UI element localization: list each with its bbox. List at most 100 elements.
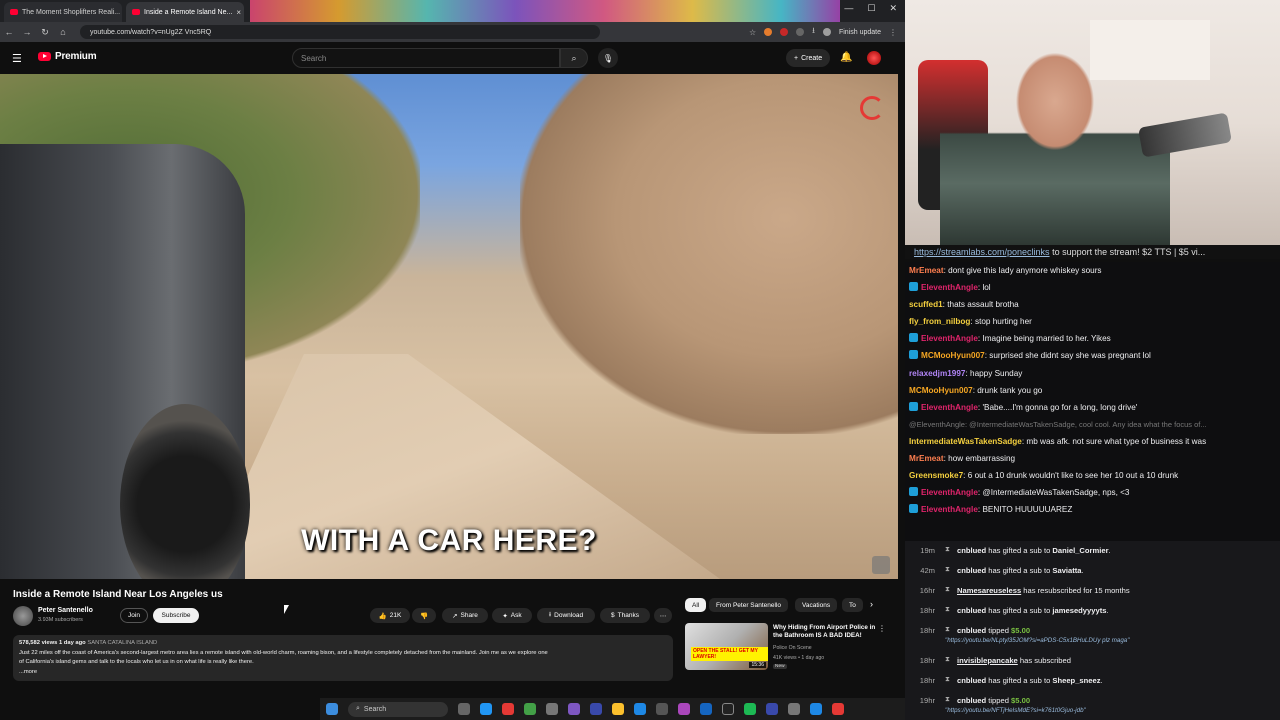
event-username[interactable]: invisiblepancake	[957, 656, 1018, 665]
video-description[interactable]: 578,582 views 1 day ago SANTA CATALINA I…	[13, 635, 673, 681]
app-icon[interactable]	[788, 703, 800, 715]
thanks-button[interactable]: $ Thanks	[600, 608, 650, 623]
like-button[interactable]: 👍 21K	[370, 608, 410, 623]
profile-icon[interactable]	[822, 28, 831, 36]
event-target-user[interactable]: Daniel_Cormier	[1052, 546, 1108, 555]
spotify-icon[interactable]	[744, 703, 756, 715]
event-username[interactable]: cnblued	[957, 676, 986, 685]
chevron-right-icon[interactable]: ›	[870, 599, 873, 609]
url-field[interactable]: youtube.com/watch?v=nUg2Z Vnc5RQ	[80, 25, 600, 39]
channel-name[interactable]: Peter Santenello	[38, 607, 93, 614]
star-icon[interactable]: ☆	[749, 28, 756, 37]
search-input[interactable]: Search	[292, 48, 560, 68]
tip-message[interactable]: "https://youtu.be/NFTjHeIsMdE?si=k761t0G…	[945, 707, 1086, 714]
download-icon[interactable]: ⭳	[812, 25, 815, 39]
account-avatar[interactable]	[867, 51, 881, 65]
app-icon[interactable]	[766, 703, 778, 715]
dislike-button[interactable]: 👎	[412, 608, 436, 623]
related-menu-icon[interactable]: ⋮	[878, 624, 886, 633]
chip-all[interactable]: All	[685, 598, 707, 612]
event-username[interactable]: cnblued	[957, 696, 986, 705]
more-actions-button[interactable]: ⋯	[654, 608, 672, 623]
close-window-icon[interactable]: ✕	[889, 3, 897, 14]
chat-username[interactable]: EleventhAngle	[921, 334, 978, 343]
forward-icon[interactable]: →	[18, 27, 36, 37]
extension-icon[interactable]	[796, 28, 805, 36]
event-target-user[interactable]: Saviatta	[1052, 566, 1081, 575]
home-icon[interactable]: ⌂	[54, 27, 72, 37]
chrome-icon[interactable]	[502, 703, 514, 715]
event-target-user[interactable]: Sheep_sneez	[1052, 676, 1100, 685]
finish-update-button[interactable]: Finish update	[839, 29, 881, 36]
close-icon[interactable]: ×	[236, 8, 241, 17]
task-view-icon[interactable]	[458, 703, 470, 715]
app-icon[interactable]	[700, 703, 712, 715]
chip-from-channel[interactable]: From Peter Santenello	[709, 598, 789, 612]
tab-remote-island[interactable]: Inside a Remote Island Ne... ×	[126, 2, 244, 22]
event-username[interactable]: cnblued	[957, 566, 986, 575]
notifications-bell-icon[interactable]: 🔔	[840, 52, 852, 63]
subscribe-button[interactable]: Subscribe	[153, 608, 199, 623]
app-icon[interactable]	[546, 703, 558, 715]
windows-start-icon[interactable]	[326, 703, 338, 715]
more-link[interactable]: ...more	[19, 668, 667, 678]
chat-username[interactable]: EleventhAngle	[921, 283, 978, 292]
tab-shoplifters[interactable]: The Moment Shoplifters Reali... ×	[4, 2, 122, 22]
related-channel[interactable]: Police On Scene	[773, 645, 812, 651]
chat-username[interactable]: MrEmeat	[909, 454, 944, 463]
extension-icon[interactable]	[780, 28, 789, 36]
chat-username[interactable]: IntermediateWasTakenSadge	[909, 437, 1022, 446]
event-username[interactable]: cnblued	[957, 546, 986, 555]
related-video-title[interactable]: Why Hiding From Airport Police in the Ba…	[773, 624, 878, 640]
app-icon[interactable]	[722, 703, 734, 715]
search-button[interactable]: ⌕	[560, 48, 588, 68]
video-player[interactable]: WITH A CAR HERE?	[0, 74, 898, 579]
tip-message[interactable]: "https://youtu.be/NLptyl35JOM?si=aPDS-C5…	[945, 637, 1129, 644]
app-icon[interactable]	[678, 703, 690, 715]
create-button[interactable]: + Create	[786, 49, 831, 67]
streamlabs-link[interactable]: https://streamlabs.com/poneclinks	[914, 247, 1050, 257]
chat-username[interactable]: EleventhAngle	[921, 488, 978, 497]
event-target-user[interactable]: jamesedyyyyts	[1052, 606, 1106, 615]
ask-button[interactable]: ✦ Ask	[492, 608, 532, 623]
folder-icon[interactable]	[612, 703, 624, 715]
youtube-logo[interactable]: Premium	[38, 51, 97, 62]
back-icon[interactable]: ←	[0, 27, 18, 37]
chat-username[interactable]: MrEmeat	[909, 266, 944, 275]
menu-icon[interactable]: ⋮	[889, 28, 897, 37]
event-username[interactable]: cnblued	[957, 626, 986, 635]
extension-icon[interactable]	[764, 28, 773, 36]
reload-icon[interactable]: ↻	[36, 27, 54, 38]
chat-username[interactable]: fly_from_nilbog	[909, 317, 970, 326]
app-icon[interactable]	[480, 703, 492, 715]
chat-username[interactable]: MCMooHyun007	[921, 351, 985, 360]
related-video-thumbnail[interactable]: OPEN THE STALL! GET MY LAWYER! 15:36	[685, 623, 768, 670]
join-button[interactable]: Join	[120, 608, 148, 623]
location-tag[interactable]: SANTA CATALINA ISLAND	[87, 640, 157, 646]
app-icon[interactable]	[832, 703, 844, 715]
chat-username[interactable]: EleventhAngle	[921, 403, 978, 412]
chat-username[interactable]: MCMooHyun007	[909, 386, 973, 395]
download-button[interactable]: ⭳ Download	[537, 608, 595, 623]
chat-username[interactable]: scuffed1	[909, 300, 943, 309]
event-username[interactable]: Namesareuseless	[957, 586, 1021, 595]
chat-username[interactable]: EleventhAngle	[921, 505, 978, 514]
taskbar-search[interactable]: ⌕ Search	[348, 701, 448, 717]
app-icon[interactable]	[590, 703, 602, 715]
hamburger-menu-icon[interactable]: ☰	[12, 52, 22, 65]
app-icon[interactable]	[656, 703, 668, 715]
channel-avatar[interactable]	[13, 606, 33, 626]
chip-to[interactable]: To	[842, 598, 863, 612]
app-icon[interactable]	[810, 703, 822, 715]
minimize-icon[interactable]: —	[844, 3, 853, 14]
app-icon[interactable]	[634, 703, 646, 715]
chat-username[interactable]: Greensmoke7	[909, 471, 963, 480]
chat-username[interactable]: relaxedjm1997	[909, 369, 965, 378]
app-icon[interactable]	[568, 703, 580, 715]
share-button[interactable]: ↗ Share	[442, 608, 488, 623]
event-username[interactable]: cnblued	[957, 606, 986, 615]
app-icon[interactable]	[524, 703, 536, 715]
voice-search-button[interactable]: 🎙	[598, 48, 618, 68]
chip-vacations[interactable]: Vacations	[795, 598, 838, 612]
maximize-icon[interactable]: ☐	[867, 3, 875, 14]
